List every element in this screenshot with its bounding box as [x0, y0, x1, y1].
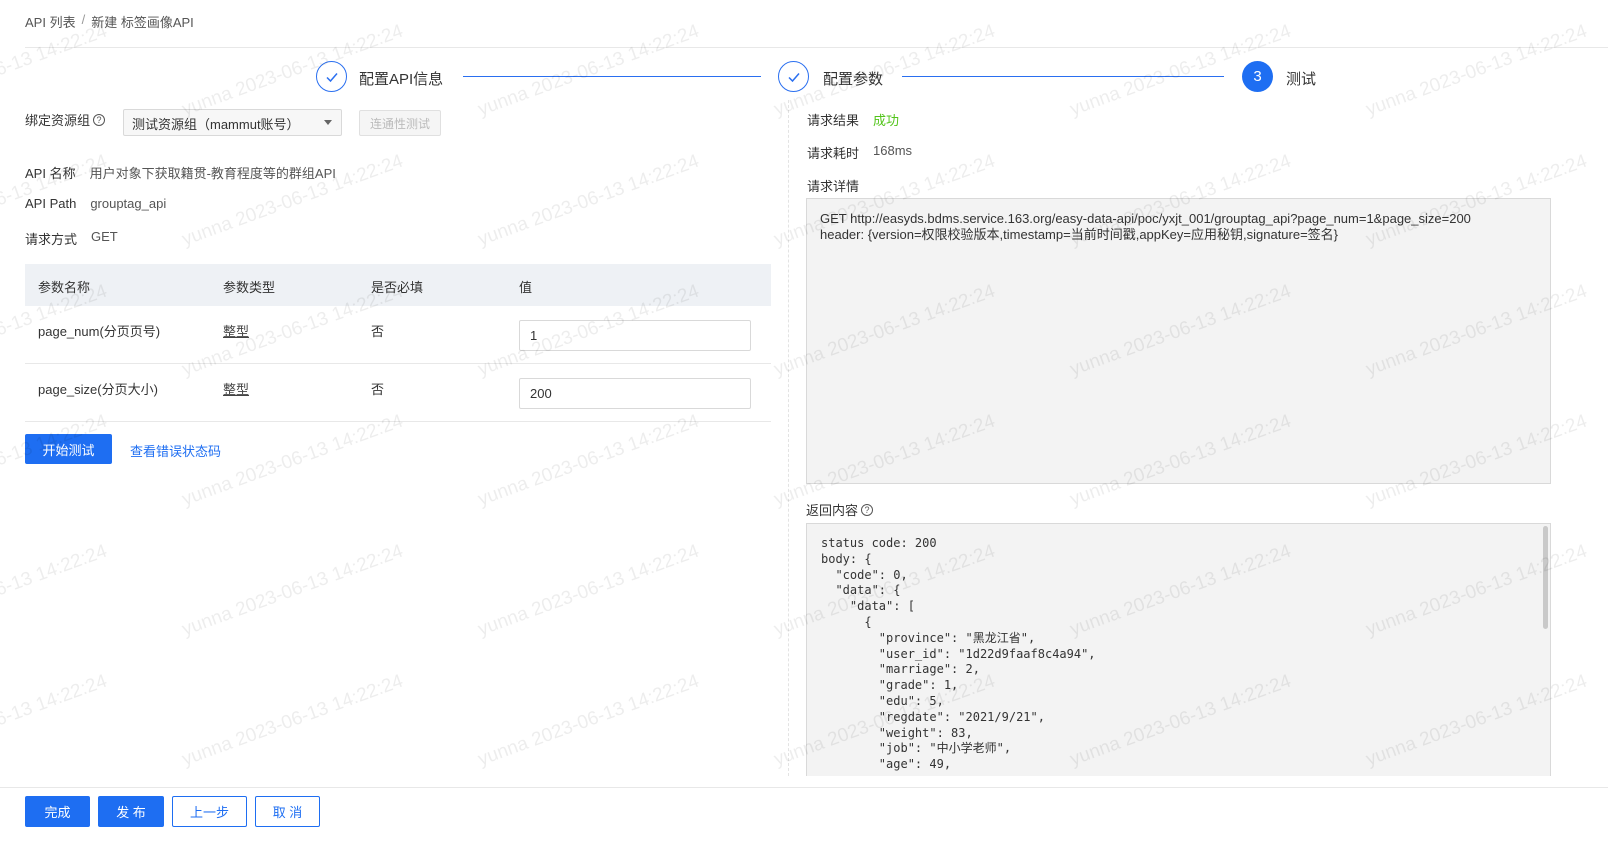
return-content-text: status code: 200 body: { "code": 0, "dat… [821, 536, 1096, 772]
api-path-label: API Path [25, 196, 77, 211]
param-type: 整型 [223, 324, 250, 339]
watermark-text: yunna 2023-06-13 14:22:24 [475, 410, 702, 511]
param-required: 否 [371, 324, 385, 339]
api-name-label: API 名称 [25, 166, 76, 181]
footer-bar: 完成 发 布 上一步 取 消 [0, 787, 1608, 851]
watermark-text: yunna 2023-06-13 14:22:24 [0, 540, 110, 641]
table-row: page_size(分页大小) 整型 否 [25, 364, 771, 422]
request-detail-box: GET http://easyds.bdms.service.163.org/e… [806, 198, 1551, 484]
param-required: 否 [371, 382, 385, 397]
connectivity-test-button: 连通性测试 [359, 110, 441, 136]
breadcrumb-api-list[interactable]: API 列表 [25, 12, 76, 31]
view-error-codes-link[interactable]: 查看错误状态码 [130, 441, 221, 460]
param-name: page_num(分页页号) [38, 324, 161, 339]
return-content-box[interactable]: status code: 200 body: { "code": 0, "dat… [806, 523, 1551, 776]
return-content-title-wrap: 返回内容 ? [806, 500, 874, 519]
api-path-value: grouptag_api [90, 196, 167, 211]
caret-down-icon [324, 120, 332, 125]
breadcrumb-current: 新建 标签画像API [91, 15, 194, 30]
request-time-label: 请求耗时 [807, 146, 860, 161]
column-divider [788, 100, 789, 776]
breadcrumb-separator: / [81, 12, 86, 27]
resource-group-label-wrap: 绑定资源组 ? [25, 110, 106, 129]
param-value-input[interactable] [519, 320, 751, 351]
watermark-text: yunna 2023-06-13 14:22:24 [475, 670, 702, 771]
start-test-button[interactable]: 开始测试 [25, 434, 112, 464]
header-value: 值 [519, 280, 533, 295]
check-icon [316, 61, 347, 92]
request-result-row: 请求结果 成功 [807, 110, 899, 129]
param-name: page_size(分页大小) [38, 382, 158, 397]
watermark-text: yunna 2023-06-13 14:22:24 [1363, 20, 1590, 121]
request-time-value: 168ms [873, 143, 913, 158]
table-row: page_num(分页页号) 整型 否 [25, 306, 771, 364]
api-method-value: GET [91, 229, 118, 244]
resource-group-selected: 测试资源组（mammut账号） [132, 117, 300, 132]
param-type: 整型 [223, 382, 250, 397]
watermark-text: yunna 2023-06-13 14:22:24 [179, 670, 406, 771]
step-3-number: 3 [1242, 61, 1273, 92]
resource-group-select[interactable]: 测试资源组（mammut账号） [123, 109, 342, 136]
step-3-label: 测试 [1286, 71, 1317, 88]
param-value-input[interactable] [519, 378, 751, 409]
request-detail-title: 请求详情 [807, 179, 860, 194]
request-result-value: 成功 [873, 113, 900, 128]
header-param-type: 参数类型 [223, 280, 276, 295]
api-name-value: 用户对象下获取籍贯-教育程度等的群组API [89, 166, 336, 181]
watermark-text: yunna 2023-06-13 14:22:24 [0, 20, 110, 121]
cancel-button[interactable]: 取 消 [255, 796, 320, 827]
header-required: 是否必填 [371, 280, 424, 295]
watermark-text: yunna 2023-06-13 14:22:24 [179, 410, 406, 511]
param-table-header: 参数名称 参数类型 是否必填 值 [25, 264, 771, 306]
api-name-row: API 名称 用户对象下获取籍贯-教育程度等的群组API [25, 163, 336, 182]
help-icon[interactable]: ? [93, 113, 106, 126]
help-icon[interactable]: ? [861, 503, 874, 516]
step-2-label: 配置参数 [823, 71, 884, 88]
vertical-scrollbar[interactable] [1543, 526, 1548, 629]
publish-button[interactable]: 发 布 [98, 796, 164, 827]
api-method-label: 请求方式 [25, 232, 78, 247]
param-table: 参数名称 参数类型 是否必填 值 page_num(分页页号) 整型 否 pag… [25, 264, 771, 422]
watermark-text: yunna 2023-06-13 14:22:24 [475, 540, 702, 641]
header-param-name: 参数名称 [38, 280, 91, 295]
prev-step-button[interactable]: 上一步 [172, 796, 247, 827]
breadcrumb: API 列表 / 新建 标签画像API [25, 12, 194, 31]
request-detail-header: header: {version=权限校验版本,timestamp=当前时间戳,… [820, 227, 1339, 242]
steps-bar: 配置API信息 配置参数 3 测试 [316, 61, 1326, 93]
top-divider [25, 47, 1608, 48]
step-1-label: 配置API信息 [359, 71, 444, 88]
finish-button[interactable]: 完成 [25, 796, 90, 827]
return-content-title: 返回内容 [806, 503, 859, 518]
step-connector-1 [463, 76, 761, 77]
request-detail-url: GET http://easyds.bdms.service.163.org/e… [820, 211, 1471, 226]
watermark-text: yunna 2023-06-13 14:22:24 [475, 150, 702, 251]
check-icon [778, 61, 809, 92]
resource-group-label: 绑定资源组 [25, 113, 91, 128]
api-method-row: 请求方式 GET [25, 229, 118, 248]
step-connector-2 [902, 76, 1224, 77]
request-result-label: 请求结果 [807, 113, 860, 128]
request-time-row: 请求耗时 168ms [807, 143, 912, 162]
watermark-text: yunna 2023-06-13 14:22:24 [0, 670, 110, 771]
watermark-text: yunna 2023-06-13 14:22:24 [179, 540, 406, 641]
api-path-row: API Path grouptag_api [25, 196, 166, 211]
